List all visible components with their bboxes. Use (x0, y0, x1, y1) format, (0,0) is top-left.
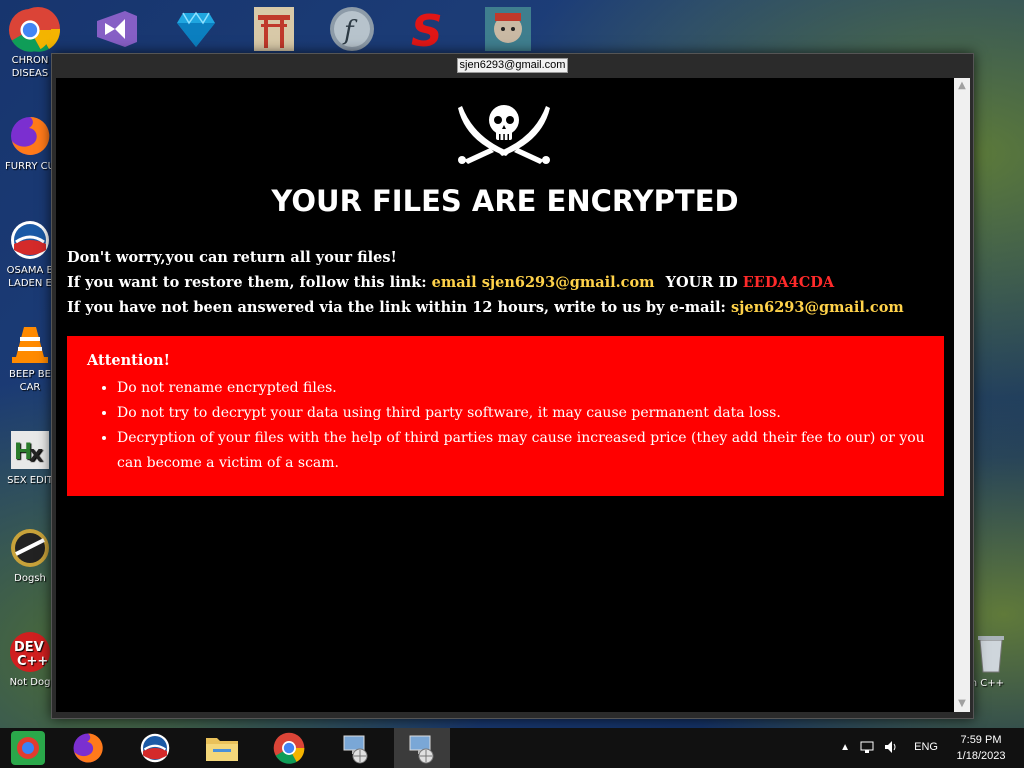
network-app-icon (343, 735, 368, 764)
contact-email[interactable]: sjen6293@gmail.com (731, 299, 904, 316)
diamond-icon[interactable] (172, 6, 220, 52)
id-label: YOUR ID (665, 274, 738, 291)
message-line-2: If you want to restore them, follow this… (67, 274, 834, 291)
hex-editor-icon: Hx (8, 428, 52, 472)
language-indicator[interactable]: ENG (914, 741, 938, 753)
svg-text:C++: C++ (17, 654, 48, 669)
s-logo-icon[interactable]: S (406, 6, 454, 52)
firefox-icon (73, 733, 103, 763)
chrome-icon (273, 732, 305, 764)
scroll-up-icon[interactable]: ▲ (954, 78, 970, 94)
visual-studio-icon[interactable] (92, 6, 140, 52)
attention-list: Do not rename encrypted files. Do not tr… (67, 376, 944, 476)
taskbar-obama-app[interactable] (127, 728, 183, 768)
vertical-scrollbar[interactable]: ▲ ▼ (954, 78, 970, 712)
chrome-icon (8, 8, 52, 52)
clock-time: 7:59 PM (960, 734, 1002, 746)
svg-text:S: S (411, 6, 443, 52)
file-explorer-icon (206, 738, 238, 761)
obama-logo-icon (140, 733, 170, 763)
start-button[interactable] (0, 728, 56, 768)
taskbar-file-explorer[interactable] (194, 728, 250, 768)
victim-id: EEDA4CDA (742, 274, 835, 291)
list-item: Decryption of your files with the help o… (117, 426, 944, 476)
doge-icon (8, 526, 52, 570)
network-app-icon (409, 735, 434, 764)
page-title: YOUR FILES ARE ENCRYPTED (271, 184, 739, 218)
flash-icon[interactable]: f (328, 6, 376, 52)
recycle-bin-icon (976, 632, 1006, 678)
network-icon[interactable] (860, 740, 874, 757)
scroll-down-icon[interactable]: ▼ (954, 696, 970, 712)
clock[interactable]: 7:59 PM 1/18/2023 (946, 732, 1016, 764)
message-text: If you have not been answered via the li… (67, 299, 726, 316)
ransom-note-window: sjen6293@gmail.com YOUR FILES ARE ENCRYP… (51, 53, 974, 719)
avatar-app-icon[interactable] (484, 6, 532, 52)
obama-logo-icon (8, 218, 52, 262)
start-icon (11, 731, 45, 765)
attention-box: Attention! Do not rename encrypted files… (67, 336, 944, 496)
clock-date: 1/18/2023 (956, 750, 1006, 762)
attention-title: Attention! (87, 352, 170, 369)
message-line-3: If you have not been answered via the li… (67, 299, 904, 316)
message-text: If you want to restore them, follow this… (67, 274, 427, 291)
window-title: sjen6293@gmail.com (456, 57, 569, 73)
firefox-icon (8, 114, 52, 158)
taskbar-network-app-active[interactable] (394, 728, 450, 768)
taskbar-chrome[interactable] (261, 728, 317, 768)
taskbar: ▲ ENG 7:59 PM 1/18/2023 (0, 728, 1024, 768)
contact-email[interactable]: email sjen6293@gmail.com (432, 274, 655, 291)
dev-cpp-icon: DEV C++ (8, 630, 52, 674)
system-tray: ▲ ENG 7:59 PM 1/18/2023 (824, 728, 1024, 768)
svg-text:DEV: DEV (14, 640, 44, 655)
message-line-1: Don't worry,you can return all your file… (67, 249, 397, 266)
shrine-gate-icon[interactable] (250, 6, 298, 52)
show-hidden-icons-icon[interactable]: ▲ (840, 742, 850, 753)
list-item: Do not try to decrypt your data using th… (117, 401, 944, 426)
list-item: Do not rename encrypted files. (117, 376, 944, 401)
taskbar-firefox[interactable] (60, 728, 116, 768)
title-bar[interactable]: sjen6293@gmail.com (52, 54, 973, 76)
svg-text:x: x (29, 442, 43, 467)
volume-icon[interactable] (884, 740, 898, 757)
vlc-cone-icon (8, 322, 52, 366)
jolly-roger-icon (458, 105, 550, 164)
taskbar-network-app[interactable] (328, 728, 384, 768)
note-content: YOUR FILES ARE ENCRYPTED Don't worry,you… (56, 78, 954, 712)
